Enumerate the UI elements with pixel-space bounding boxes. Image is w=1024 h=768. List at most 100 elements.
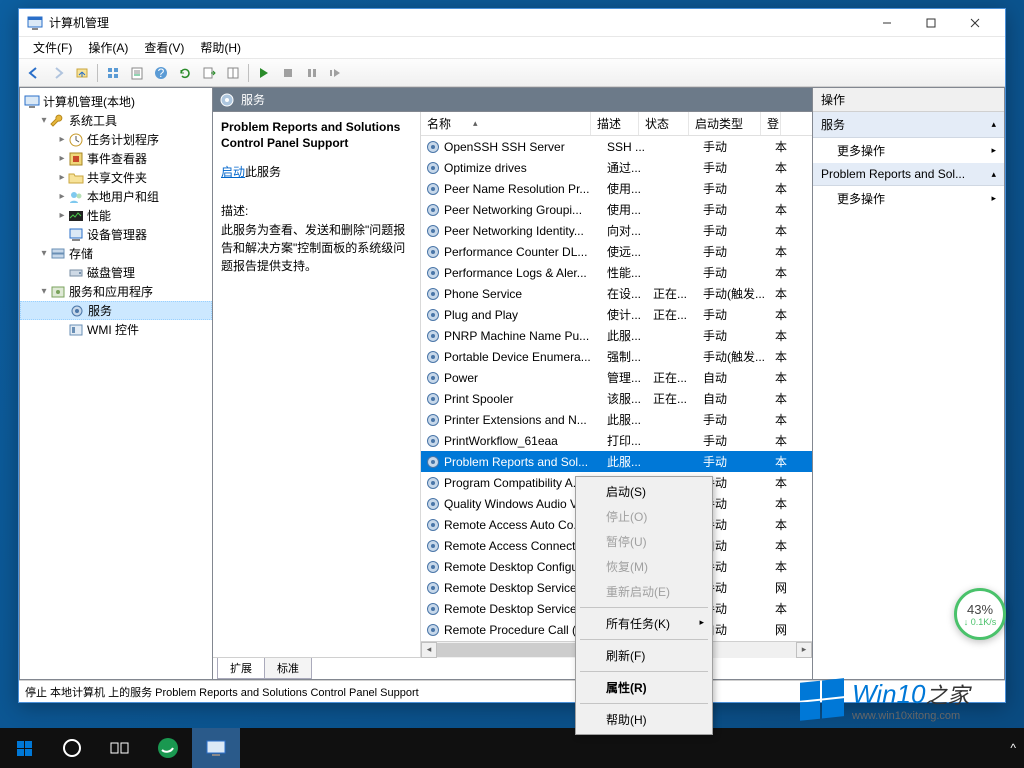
tree-diskmgmt[interactable]: 磁盘管理 — [20, 263, 212, 282]
task-edge[interactable] — [144, 728, 192, 768]
service-row[interactable]: Problem Reports and Sol...此服...手动本 — [421, 451, 812, 472]
task-mmc-active[interactable] — [192, 728, 240, 768]
tree-scheduler[interactable]: ▸任务计划程序 — [20, 130, 212, 149]
watermark-suffix: 之家 — [925, 678, 969, 710]
expander-icon[interactable]: ▸ — [56, 191, 68, 202]
speed-widget[interactable]: 43% ↓ 0.1K/s — [954, 588, 1006, 640]
tree-localusers[interactable]: ▸本地用户和组 — [20, 187, 212, 206]
svc-logon: 本 — [775, 201, 795, 218]
props-icon[interactable] — [126, 62, 148, 84]
scroll-left-icon[interactable]: ◂ — [421, 642, 437, 658]
minimize-button[interactable] — [865, 10, 909, 36]
gear-icon — [425, 244, 441, 260]
tree-systools[interactable]: ▾系统工具 — [20, 111, 212, 130]
service-row[interactable]: OpenSSH SSH ServerSSH ...手动本 — [421, 136, 812, 157]
tree-services[interactable]: 服务 — [20, 301, 212, 320]
actions-more-1[interactable]: 更多操作▸ — [813, 138, 1004, 163]
scroll-right-icon[interactable]: ▸ — [796, 642, 812, 658]
tree-wmi[interactable]: WMI 控件 — [20, 320, 212, 339]
columns-icon[interactable] — [222, 62, 244, 84]
expander-icon[interactable]: ▸ — [56, 153, 68, 164]
tray-chevron-icon[interactable]: ^ — [1010, 741, 1016, 755]
expander-icon[interactable]: ▾ — [38, 286, 50, 297]
service-row[interactable]: Power管理...正在...自动本 — [421, 367, 812, 388]
service-row[interactable]: Portable Device Enumera...强制...手动(触发...本 — [421, 346, 812, 367]
nav-back-icon[interactable] — [23, 62, 45, 84]
expander-icon[interactable]: ▸ — [56, 134, 68, 145]
export-icon[interactable] — [198, 62, 220, 84]
actions-more-2[interactable]: 更多操作▸ — [813, 186, 1004, 211]
col-status[interactable]: 状态 — [639, 112, 689, 135]
col-desc[interactable]: 描述 — [591, 112, 639, 135]
tree-storage[interactable]: ▾存储 — [20, 244, 212, 263]
expander-icon[interactable]: ▾ — [38, 115, 50, 126]
expander-icon[interactable]: ▸ — [56, 210, 68, 221]
svc-startup: 手动 — [703, 516, 775, 533]
tab-standard[interactable]: 标准 — [264, 658, 312, 679]
ctx-refresh[interactable]: 刷新(F) — [578, 643, 710, 668]
maximize-button[interactable] — [909, 10, 953, 36]
tree-eventviewer[interactable]: ▸事件查看器 — [20, 149, 212, 168]
tree-root[interactable]: 计算机管理(本地) — [20, 92, 212, 111]
service-row[interactable]: Performance Counter DL...使远...手动本 — [421, 241, 812, 262]
service-row[interactable]: Phone Service在设...正在...手动(触发...本 — [421, 283, 812, 304]
start-link[interactable]: 启动 — [221, 165, 245, 179]
service-row[interactable]: Optimize drives通过...手动本 — [421, 157, 812, 178]
menu-view[interactable]: 查看(V) — [136, 37, 192, 58]
svc-desc: 强制... — [607, 348, 653, 365]
svc-status: 正在... — [653, 390, 703, 407]
ctx-start[interactable]: 启动(S) — [578, 479, 710, 504]
tree-perf[interactable]: ▸性能 — [20, 206, 212, 225]
chevron-right-icon: ▸ — [699, 617, 704, 628]
taskview-button[interactable] — [96, 728, 144, 768]
actions-section-selected[interactable]: Problem Reports and Sol...▴ — [813, 163, 1004, 186]
service-row[interactable]: Performance Logs & Aler...性能...手动本 — [421, 262, 812, 283]
cortana-button[interactable] — [48, 728, 96, 768]
watermark-url: www.win10xitong.com — [852, 710, 969, 722]
menu-help[interactable]: 帮助(H) — [192, 37, 249, 58]
col-logon[interactable]: 登 — [761, 112, 781, 135]
service-row[interactable]: Peer Name Resolution Pr...使用...手动本 — [421, 178, 812, 199]
col-name[interactable]: 名称▴ — [421, 112, 591, 135]
svc-startup: 手动 — [703, 453, 775, 470]
tree-shared[interactable]: ▸共享文件夹 — [20, 168, 212, 187]
col-startup[interactable]: 启动类型 — [689, 112, 761, 135]
service-row[interactable]: Peer Networking Identity...向对...手动本 — [421, 220, 812, 241]
service-row[interactable]: Peer Networking Groupi...使用...手动本 — [421, 199, 812, 220]
nav-forward-icon[interactable] — [47, 62, 69, 84]
service-row[interactable]: PNRP Machine Name Pu...此服...手动本 — [421, 325, 812, 346]
watermark: Win10 之家 www.win10xitong.com — [798, 674, 1018, 726]
ctx-help[interactable]: 帮助(H) — [578, 707, 710, 732]
ctx-props[interactable]: 属性(R) — [578, 675, 710, 700]
service-row[interactable]: PrintWorkflow_61eaa打印...手动本 — [421, 430, 812, 451]
tab-extended[interactable]: 扩展 — [217, 658, 265, 679]
nav-up-icon[interactable] — [71, 62, 93, 84]
gear-icon — [425, 559, 441, 575]
views-icon[interactable] — [102, 62, 124, 84]
tree-pane[interactable]: 计算机管理(本地) ▾系统工具 ▸任务计划程序 ▸事件查看器 ▸共享文件夹 ▸本… — [19, 87, 213, 680]
system-tray[interactable]: ^ — [1010, 741, 1024, 755]
close-button[interactable] — [953, 10, 997, 36]
service-row[interactable]: Plug and Play使计...正在...手动本 — [421, 304, 812, 325]
gear-icon — [425, 265, 441, 281]
actions-section-services[interactable]: 服务▴ — [813, 112, 1004, 138]
tree-svcapps[interactable]: ▾服务和应用程序 — [20, 282, 212, 301]
expander-icon[interactable]: ▾ — [38, 248, 50, 259]
gear-icon — [425, 517, 441, 533]
service-row[interactable]: Print Spooler该服...正在...自动本 — [421, 388, 812, 409]
restart-icon[interactable] — [325, 62, 347, 84]
tree-devmgr[interactable]: 设备管理器 — [20, 225, 212, 244]
menu-file[interactable]: 文件(F) — [25, 37, 80, 58]
svg-text:?: ? — [158, 66, 165, 80]
expander-icon[interactable]: ▸ — [56, 172, 68, 183]
start-button[interactable] — [0, 728, 48, 768]
menu-action[interactable]: 操作(A) — [80, 37, 136, 58]
stop-icon[interactable] — [277, 62, 299, 84]
help-icon[interactable]: ? — [150, 62, 172, 84]
play-icon[interactable] — [253, 62, 275, 84]
gear-icon — [425, 496, 441, 512]
pause-icon[interactable] — [301, 62, 323, 84]
refresh-icon[interactable] — [174, 62, 196, 84]
service-row[interactable]: Printer Extensions and N...此服...手动本 — [421, 409, 812, 430]
ctx-alltasks[interactable]: 所有任务(K)▸ — [578, 611, 710, 636]
